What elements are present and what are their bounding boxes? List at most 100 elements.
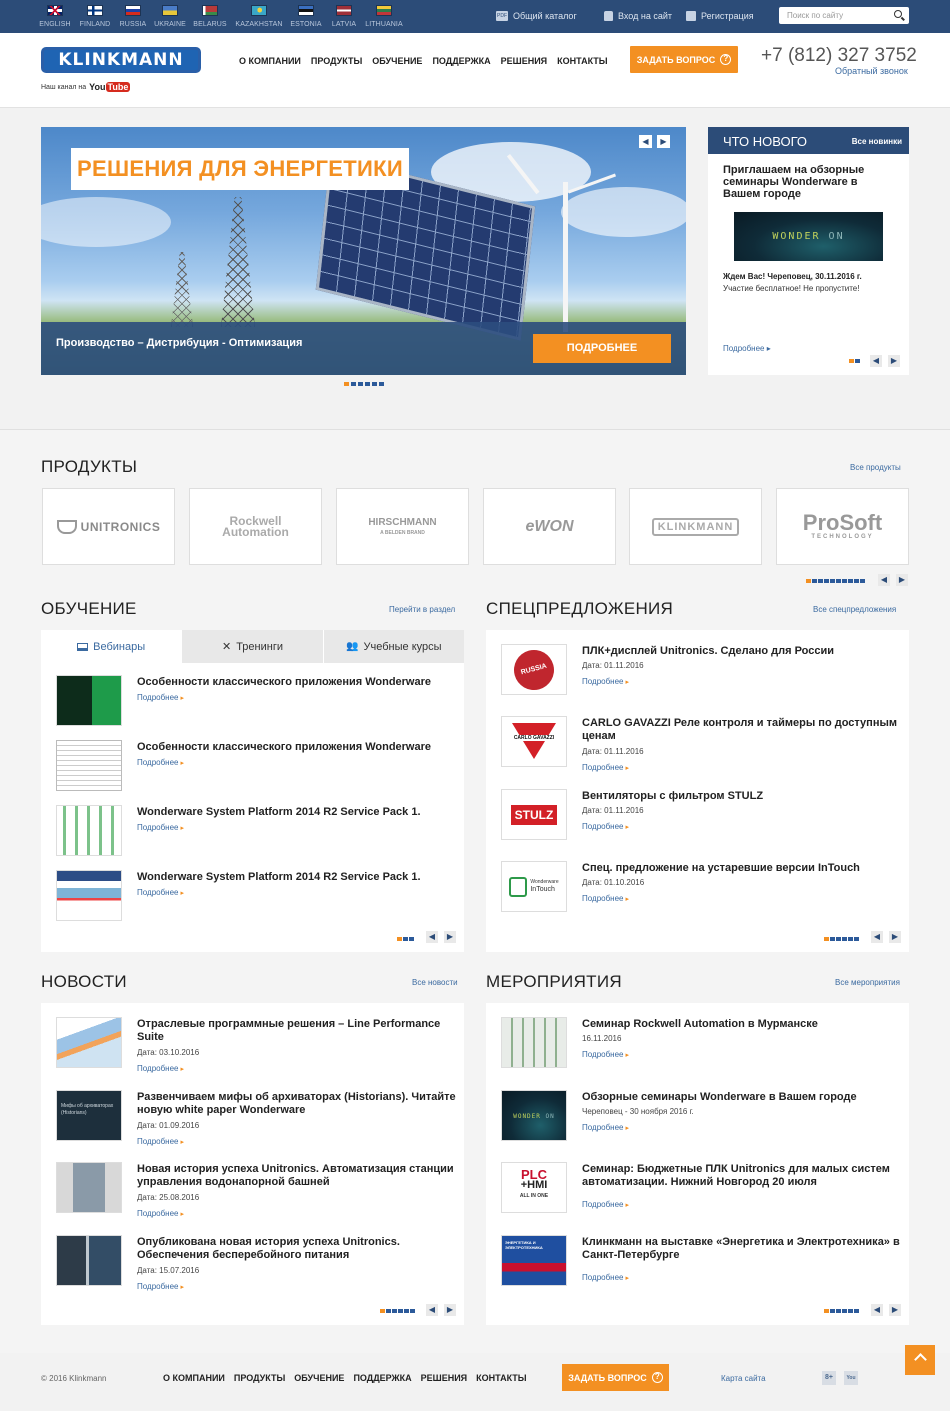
- hero-next-button[interactable]: ▶: [657, 135, 670, 148]
- whats-new-more-link[interactable]: Подробнее ▸: [723, 344, 771, 353]
- more-link[interactable]: Подробнее: [582, 1273, 629, 1282]
- next-arrow-icon[interactable]: ▶: [889, 931, 901, 943]
- lang-ukraine[interactable]: UKRAINE: [150, 5, 190, 28]
- item-title[interactable]: Wonderware System Platform 2014 R2 Servi…: [137, 806, 457, 819]
- footer-nav-training[interactable]: ОБУЧЕНИЕ: [294, 1373, 344, 1383]
- more-link[interactable]: Подробнее: [137, 693, 184, 702]
- item-title[interactable]: Спец. предложение на устаревшие версии I…: [582, 862, 902, 875]
- more-link[interactable]: Подробнее: [137, 758, 184, 767]
- item-title[interactable]: Wonderware System Platform 2014 R2 Servi…: [137, 871, 457, 884]
- footer-nav-solutions[interactable]: РЕШЕНИЯ: [421, 1373, 468, 1383]
- hero-slider[interactable]: РЕШЕНИЯ ДЛЯ ЭНЕРГЕТИКИ ◀ ▶ Производство …: [41, 127, 686, 375]
- list-item[interactable]: Семинар Rockwell Automation в Мурманске …: [501, 1017, 901, 1077]
- footer-ask-question-button[interactable]: ЗАДАТЬ ВОПРОС?: [562, 1364, 669, 1391]
- tab-trainings[interactable]: ✕ Тренинги: [181, 630, 323, 663]
- item-title[interactable]: Клинкманн на выставке «Энергетика и Элек…: [582, 1236, 902, 1262]
- item-title[interactable]: Особенности классического приложения Won…: [137, 676, 457, 689]
- products-pagination[interactable]: [806, 579, 865, 583]
- list-item[interactable]: Новая история успеха Unitronics. Автомат…: [56, 1162, 456, 1222]
- list-item[interactable]: RUSSIA ПЛК+дисплей Unitronics. Сделано д…: [501, 644, 901, 704]
- news-pagination[interactable]: [380, 1309, 415, 1313]
- more-link[interactable]: Подробнее: [582, 763, 629, 772]
- list-item[interactable]: ЭНЕРГЕТИКА И ЭЛЕКТРОТЕХНИКА Клинкманн на…: [501, 1235, 901, 1295]
- all-products-link[interactable]: Все продукты: [850, 463, 901, 472]
- item-title[interactable]: ПЛК+дисплей Unitronics. Сделано для Росс…: [582, 645, 902, 658]
- more-link[interactable]: Подробнее: [582, 1050, 629, 1059]
- item-title[interactable]: Обзорные семинары Wonderware в Вашем гор…: [582, 1091, 902, 1104]
- brand-unitronics[interactable]: UNITRONICS: [42, 488, 175, 565]
- nav-solutions[interactable]: РЕШЕНИЯ: [501, 56, 548, 66]
- nav-company[interactable]: О КОМПАНИИ: [239, 56, 301, 66]
- youtube-channel-link[interactable]: Наш канал на You Tube: [41, 82, 131, 92]
- item-title[interactable]: Особенности классического приложения Won…: [137, 741, 457, 754]
- next-arrow-icon[interactable]: ▶: [444, 1304, 456, 1316]
- login-link[interactable]: Вход на сайт: [604, 11, 672, 21]
- callback-link[interactable]: Обратный звонок: [835, 66, 908, 76]
- list-item[interactable]: Wonderware System Platform 2014 R2 Servi…: [56, 805, 456, 865]
- item-title[interactable]: Вентиляторы с фильтром STULZ: [582, 790, 902, 803]
- lang-english[interactable]: ENGLISH: [35, 5, 75, 28]
- more-link[interactable]: Подробнее: [137, 1209, 184, 1218]
- hero-pagination[interactable]: [344, 382, 384, 386]
- more-link[interactable]: Подробнее: [137, 1137, 184, 1146]
- register-link[interactable]: Регистрация: [686, 11, 754, 21]
- all-offers-link[interactable]: Все спецпредложения: [813, 605, 896, 614]
- more-link[interactable]: Подробнее: [582, 822, 629, 831]
- item-title[interactable]: Новая история успеха Unitronics. Автомат…: [137, 1163, 457, 1189]
- nav-support[interactable]: ПОДДЕРЖКА: [432, 56, 490, 66]
- training-section-link[interactable]: Перейти в раздел: [389, 605, 455, 614]
- tab-webinars[interactable]: Вебинары: [41, 630, 182, 663]
- list-item[interactable]: WONDER ON Обзорные семинары Wonderware в…: [501, 1090, 901, 1150]
- tab-courses[interactable]: 👥 Учебные курсы: [322, 630, 464, 663]
- wonderware-on-image[interactable]: WONDER ON: [734, 212, 883, 261]
- more-link[interactable]: Подробнее: [582, 1200, 629, 1209]
- more-link[interactable]: Подробнее: [582, 677, 629, 686]
- all-news-link[interactable]: Все новости: [412, 978, 458, 987]
- lang-latvia[interactable]: LATVIA: [324, 5, 364, 28]
- lang-kazakhstan[interactable]: KAZAKHSTAN: [231, 5, 287, 28]
- list-item[interactable]: Отраслевые программные решения – Line Pe…: [56, 1017, 456, 1077]
- item-title[interactable]: Отраслевые программные решения – Line Pe…: [137, 1018, 457, 1044]
- more-link[interactable]: Подробнее: [137, 823, 184, 832]
- prev-arrow-icon[interactable]: ◀: [871, 1304, 883, 1316]
- brand-ewon[interactable]: eWON: [483, 488, 616, 565]
- search-input[interactable]: Поиск по сайту: [779, 7, 909, 24]
- offers-pagination[interactable]: [824, 937, 859, 941]
- lang-estonia[interactable]: ESTONIA: [286, 5, 326, 28]
- footer-nav-support[interactable]: ПОДДЕРЖКА: [353, 1373, 411, 1383]
- all-novelties-link[interactable]: Все новинки: [852, 137, 902, 146]
- more-link[interactable]: Подробнее: [582, 894, 629, 903]
- lang-finland[interactable]: FINLAND: [75, 5, 115, 28]
- next-arrow-icon[interactable]: ▶: [889, 1304, 901, 1316]
- brand-prosoft[interactable]: ProSoft TECHNOLOGY: [776, 488, 909, 565]
- google-plus-icon[interactable]: 8+: [822, 1371, 836, 1385]
- list-item[interactable]: Wonderware System Platform 2014 R2 Servi…: [56, 870, 456, 930]
- logo[interactable]: KLINKMANN: [41, 47, 201, 73]
- list-item[interactable]: STULZ Вентиляторы с фильтром STULZ Дата:…: [501, 789, 901, 849]
- item-title[interactable]: Семинар: Бюджетные ПЛК Unitronics для ма…: [582, 1163, 902, 1189]
- lang-russia[interactable]: RUSSIA: [113, 5, 153, 28]
- item-title[interactable]: Опубликована новая история успеха Unitro…: [137, 1236, 457, 1262]
- youtube-icon[interactable]: You: [844, 1371, 858, 1385]
- lang-belarus[interactable]: BELARUS: [190, 5, 230, 28]
- training-pagination[interactable]: [397, 937, 414, 941]
- more-link[interactable]: Подробнее: [137, 1064, 184, 1073]
- list-item[interactable]: CARLO GAVAZZI CARLO GAVAZZI Реле контрол…: [501, 716, 901, 776]
- brand-klinkmann[interactable]: KLINKMANN: [629, 488, 762, 565]
- ask-question-button[interactable]: ЗАДАТЬ ВОПРОС?: [630, 46, 738, 73]
- search-icon[interactable]: [894, 10, 902, 18]
- brand-rockwell[interactable]: Rockwell Automation: [189, 488, 322, 565]
- whats-new-item-title[interactable]: Приглашаем на обзорные семинары Wonderwa…: [723, 164, 893, 200]
- lang-lithuania[interactable]: LITHUANIA: [361, 5, 407, 28]
- next-arrow-icon[interactable]: ▶: [444, 931, 456, 943]
- phone-number[interactable]: +7 (812) 327 3752: [761, 45, 917, 67]
- prev-arrow-icon[interactable]: ◀: [871, 931, 883, 943]
- all-events-link[interactable]: Все мероприятия: [835, 978, 900, 987]
- prev-arrow-icon[interactable]: ◀: [426, 1304, 438, 1316]
- whats-new-pagination[interactable]: [849, 359, 860, 363]
- more-link[interactable]: Подробнее: [137, 1282, 184, 1291]
- nav-training[interactable]: ОБУЧЕНИЕ: [372, 56, 422, 66]
- item-title[interactable]: CARLO GAVAZZI Реле контроля и таймеры по…: [582, 717, 902, 743]
- events-pagination[interactable]: [824, 1309, 859, 1313]
- list-item[interactable]: Особенности классического приложения Won…: [56, 675, 456, 735]
